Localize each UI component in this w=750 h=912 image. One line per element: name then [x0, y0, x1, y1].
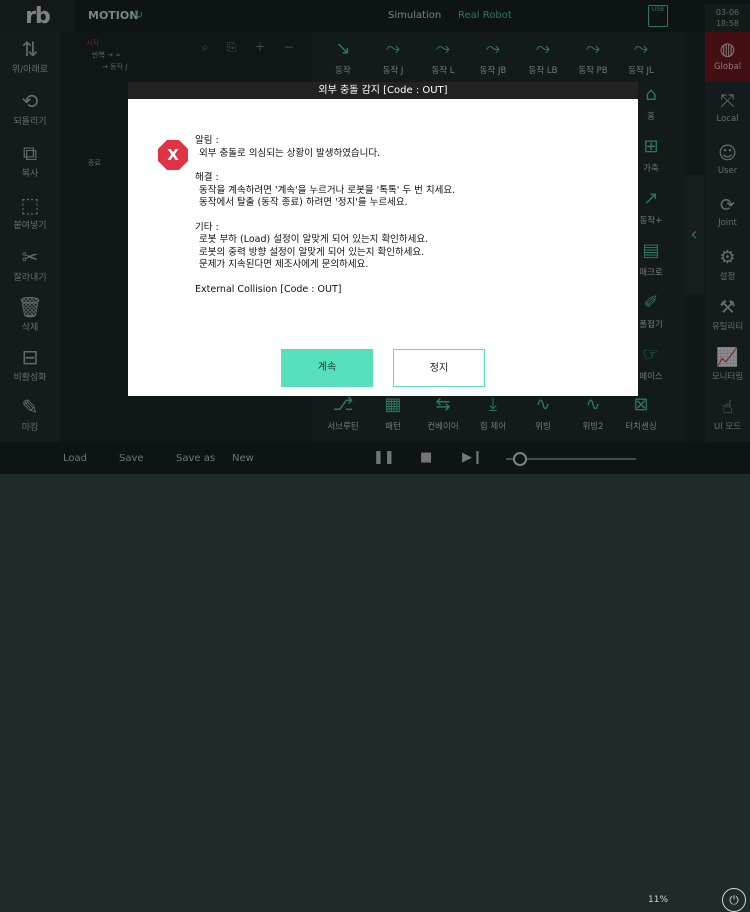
dialog-title: 외부 충돌 감지 [Code : OUT] — [128, 82, 638, 99]
alert-text: 외부 충돌로 의심되는 상황이 발생하였습니다. — [199, 147, 381, 159]
alert-heading: 알림 : — [195, 135, 219, 146]
solution-heading: 해결 : — [195, 172, 219, 183]
speed-value: 11% — [648, 895, 669, 905]
etc-line-2: 로봇의 중력 방향 설정이 알맞게 되어 있는지 확인하세요. — [199, 246, 425, 258]
error-code-line: External Collision [Code : OUT] — [195, 283, 342, 295]
power-icon[interactable]: ⏻ — [722, 888, 746, 912]
stop-button[interactable]: 정지 — [393, 349, 485, 387]
continue-button[interactable]: 계속 — [281, 349, 373, 387]
stop-sign-icon: X — [158, 140, 188, 170]
collision-dialog: 외부 충돌 감지 [Code : OUT] X 알림 : 외부 충돌로 의심되는… — [128, 82, 638, 396]
dialog-body: 알림 : 외부 충돌로 의심되는 상황이 발생하였습니다. 해결 : 동작을 계… — [195, 135, 615, 296]
etc-heading: 기타 : — [195, 221, 219, 233]
etc-line-3: 문제가 지속된다면 제조사에게 문의하세요. — [199, 259, 369, 270]
solution-line-2: 동작에서 탈출 (동작 종료) 하려면 '정지'를 누르세요. — [199, 197, 408, 208]
solution-line-1: 동작을 계속하려면 '계속'을 누르거나 로봇을 '톡톡' 두 번 치세요. — [199, 184, 456, 196]
etc-line-1: 로봇 부하 (Load) 설정이 알맞게 되어 있는지 확인하세요. — [199, 234, 429, 245]
